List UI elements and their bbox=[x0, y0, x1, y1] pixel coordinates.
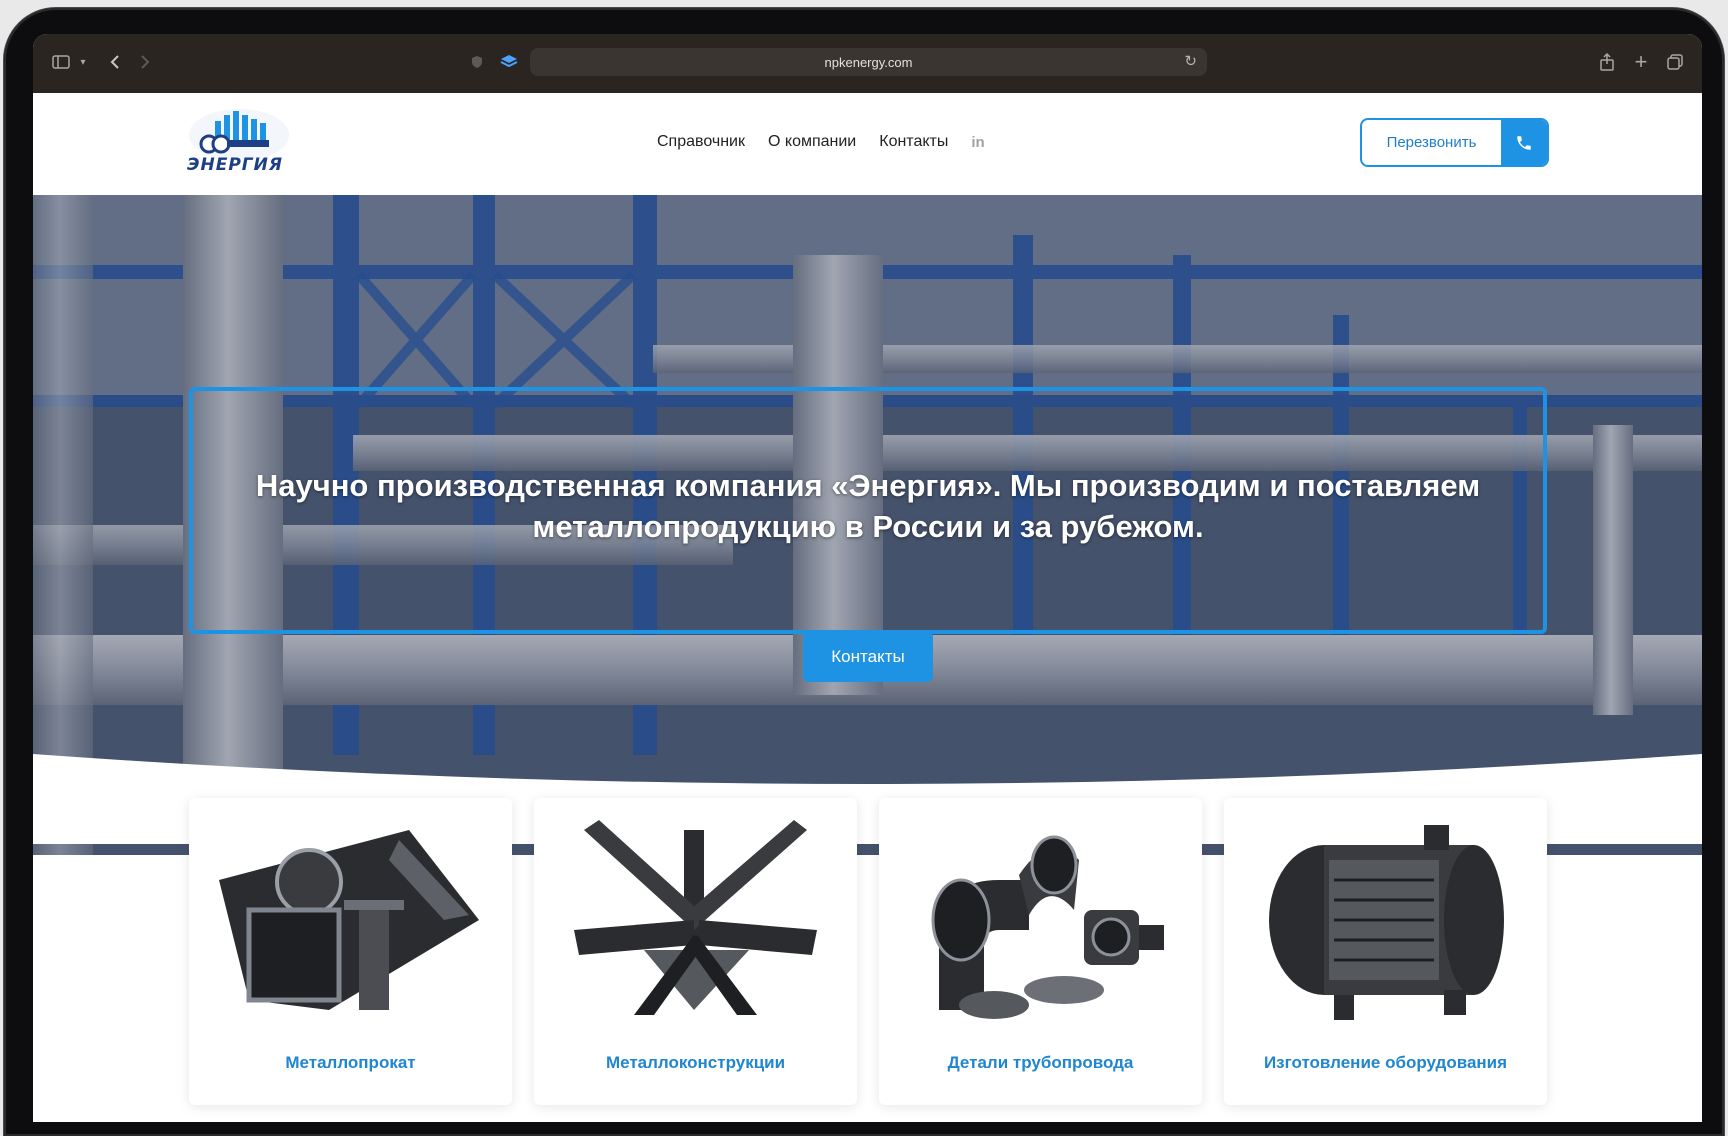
rolled-metal-icon bbox=[219, 830, 479, 1010]
pipe-fittings-icon bbox=[931, 835, 1164, 1019]
company-logo[interactable]: ЭНЕРГИЯ bbox=[187, 107, 291, 183]
card-metal-structures[interactable]: Металлоконструкции bbox=[534, 798, 857, 1105]
url-text: npkenergy.com bbox=[824, 54, 913, 70]
browser-toolbar: ▾ npkenergy.com ↻ + bbox=[33, 34, 1702, 93]
reload-icon[interactable]: ↻ bbox=[1184, 52, 1197, 70]
callback-label: Перезвонить bbox=[1386, 134, 1477, 151]
card-label: Металлопрокат bbox=[285, 1053, 416, 1072]
callback-button[interactable]: Перезвонить bbox=[1360, 118, 1549, 167]
nav-item-contacts[interactable]: Контакты bbox=[879, 133, 948, 151]
main-nav: Справочник О компании Контакты in bbox=[657, 133, 985, 151]
share-icon[interactable] bbox=[1595, 50, 1619, 74]
logo-mark-icon bbox=[189, 109, 289, 161]
browser-window: ▾ npkenergy.com ↻ + ЭНЕРГИЯ Справочник О… bbox=[33, 34, 1702, 1122]
sidebar-toggle-icon[interactable] bbox=[49, 50, 73, 74]
privacy-shield-icon[interactable] bbox=[465, 50, 489, 74]
card-label: Детали трубопровода bbox=[947, 1053, 1134, 1072]
device-frame: ▾ npkenergy.com ↻ + ЭНЕРГИЯ Справочник О… bbox=[4, 8, 1724, 1136]
card-rolled-metal[interactable]: Металлопрокат bbox=[189, 798, 512, 1105]
back-icon[interactable] bbox=[103, 50, 127, 74]
card-label: Металлоконструкции bbox=[605, 1053, 786, 1072]
site-header: ЭНЕРГИЯ Справочник О компании Контакты i… bbox=[33, 93, 1702, 195]
card-label: Изготовление оборудования bbox=[1263, 1053, 1508, 1072]
hero-title: Научно производственная компания «Энерги… bbox=[255, 468, 1481, 544]
address-bar[interactable]: npkenergy.com ↻ bbox=[530, 48, 1207, 76]
product-cards: Металлопрокат Металлоконструкции Детали … bbox=[189, 798, 1547, 1105]
chevron-down-icon[interactable]: ▾ bbox=[71, 50, 95, 74]
phone-icon bbox=[1501, 120, 1547, 165]
heat-exchanger-icon bbox=[1269, 825, 1504, 1020]
logo-text: ЭНЕРГИЯ bbox=[187, 155, 283, 175]
nav-item-handbook[interactable]: Справочник bbox=[657, 133, 745, 151]
extension-icon[interactable] bbox=[497, 50, 521, 74]
linkedin-icon[interactable]: in bbox=[971, 134, 984, 151]
card-pipe-fittings[interactable]: Детали трубопровода bbox=[879, 798, 1202, 1105]
nav-item-about[interactable]: О компании bbox=[768, 133, 856, 151]
new-tab-icon[interactable]: + bbox=[1629, 49, 1653, 74]
card-equipment-manufacturing[interactable]: Изготовление оборудования bbox=[1224, 798, 1547, 1105]
metal-structure-icon bbox=[574, 820, 817, 1015]
tabs-overview-icon[interactable] bbox=[1663, 50, 1687, 74]
forward-icon[interactable] bbox=[133, 50, 157, 74]
hero-contacts-button[interactable]: Контакты bbox=[803, 631, 933, 682]
